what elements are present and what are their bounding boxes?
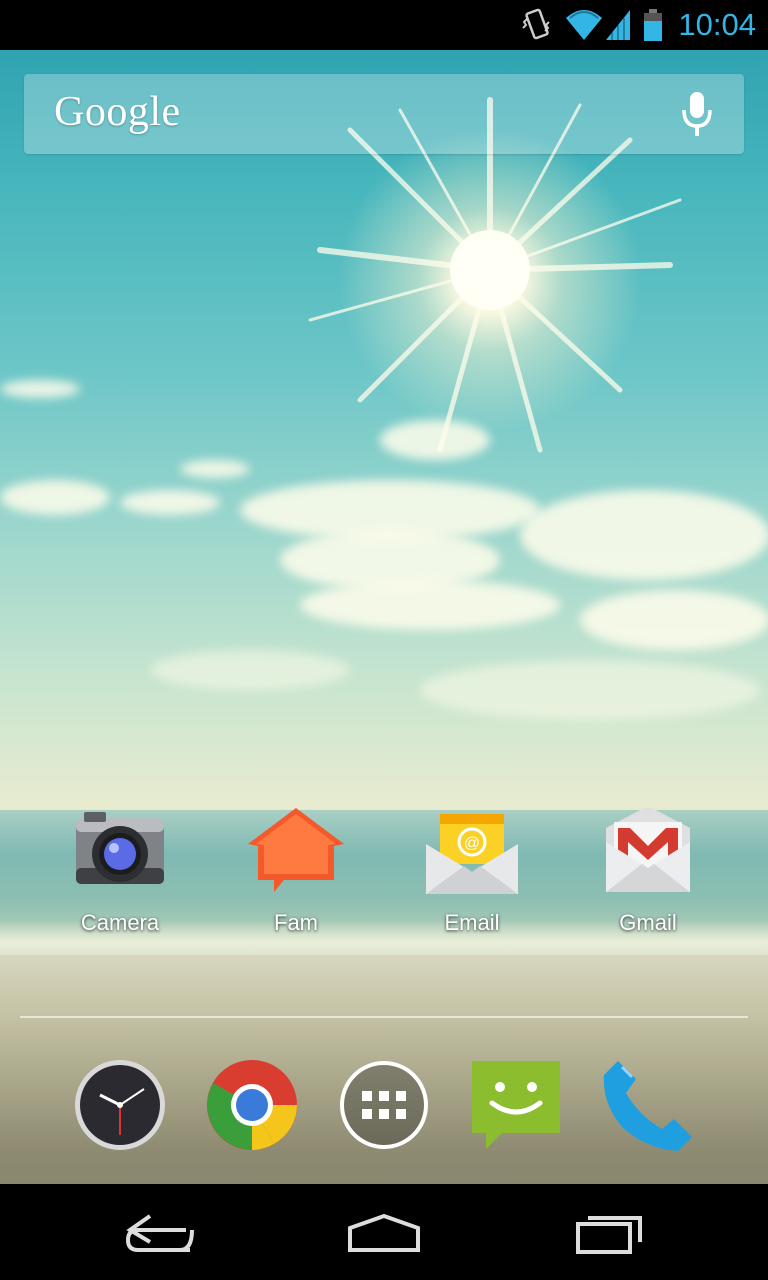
navigation-bar [0,1184,768,1280]
google-search-bar[interactable]: Google [24,74,744,154]
phone-icon[interactable] [600,1057,696,1153]
app-label: Gmail [619,910,677,935]
svg-text:@: @ [464,835,480,852]
cloud [580,590,768,650]
fam-icon [248,808,344,892]
cloud [420,660,760,720]
app-email[interactable]: @ Email [397,808,547,936]
app-label: Fam [274,910,318,935]
cloud [520,490,768,580]
google-logo[interactable]: Google [54,88,181,136]
cloud [0,480,110,515]
wifi-icon [566,10,602,40]
cloud [150,650,350,690]
email-icon: @ [426,814,518,894]
mic-icon[interactable] [680,92,714,138]
home-screen: 10:04 Google Camera Fam @ Email Gmail [0,0,768,1280]
chrome-icon[interactable] [204,1057,300,1153]
cloud [120,490,220,515]
gmail-icon [606,808,690,892]
cloud [300,580,560,630]
cell-signal-icon [606,10,630,40]
app-fam[interactable]: Fam [221,808,371,936]
camera-icon [76,812,164,884]
app-drawer-icon[interactable] [336,1057,432,1153]
dock-divider [20,1016,748,1018]
app-camera[interactable]: Camera [45,808,195,936]
clock-icon[interactable] [72,1057,168,1153]
messaging-icon[interactable] [468,1057,564,1153]
status-bar: 10:04 [0,0,768,50]
status-clock: 10:04 [678,7,756,42]
cloud [380,420,490,460]
battery-icon [644,9,662,41]
wallpaper [0,50,768,1184]
app-gmail[interactable]: Gmail [573,808,723,936]
app-label: Email [444,910,500,935]
home-icon[interactable] [324,1202,444,1262]
app-label: Camera [80,910,160,935]
cloud [180,460,250,478]
back-icon[interactable] [100,1202,220,1262]
vibrate-icon [522,8,550,40]
recent-apps-icon[interactable] [548,1202,668,1262]
cloud [0,380,80,398]
